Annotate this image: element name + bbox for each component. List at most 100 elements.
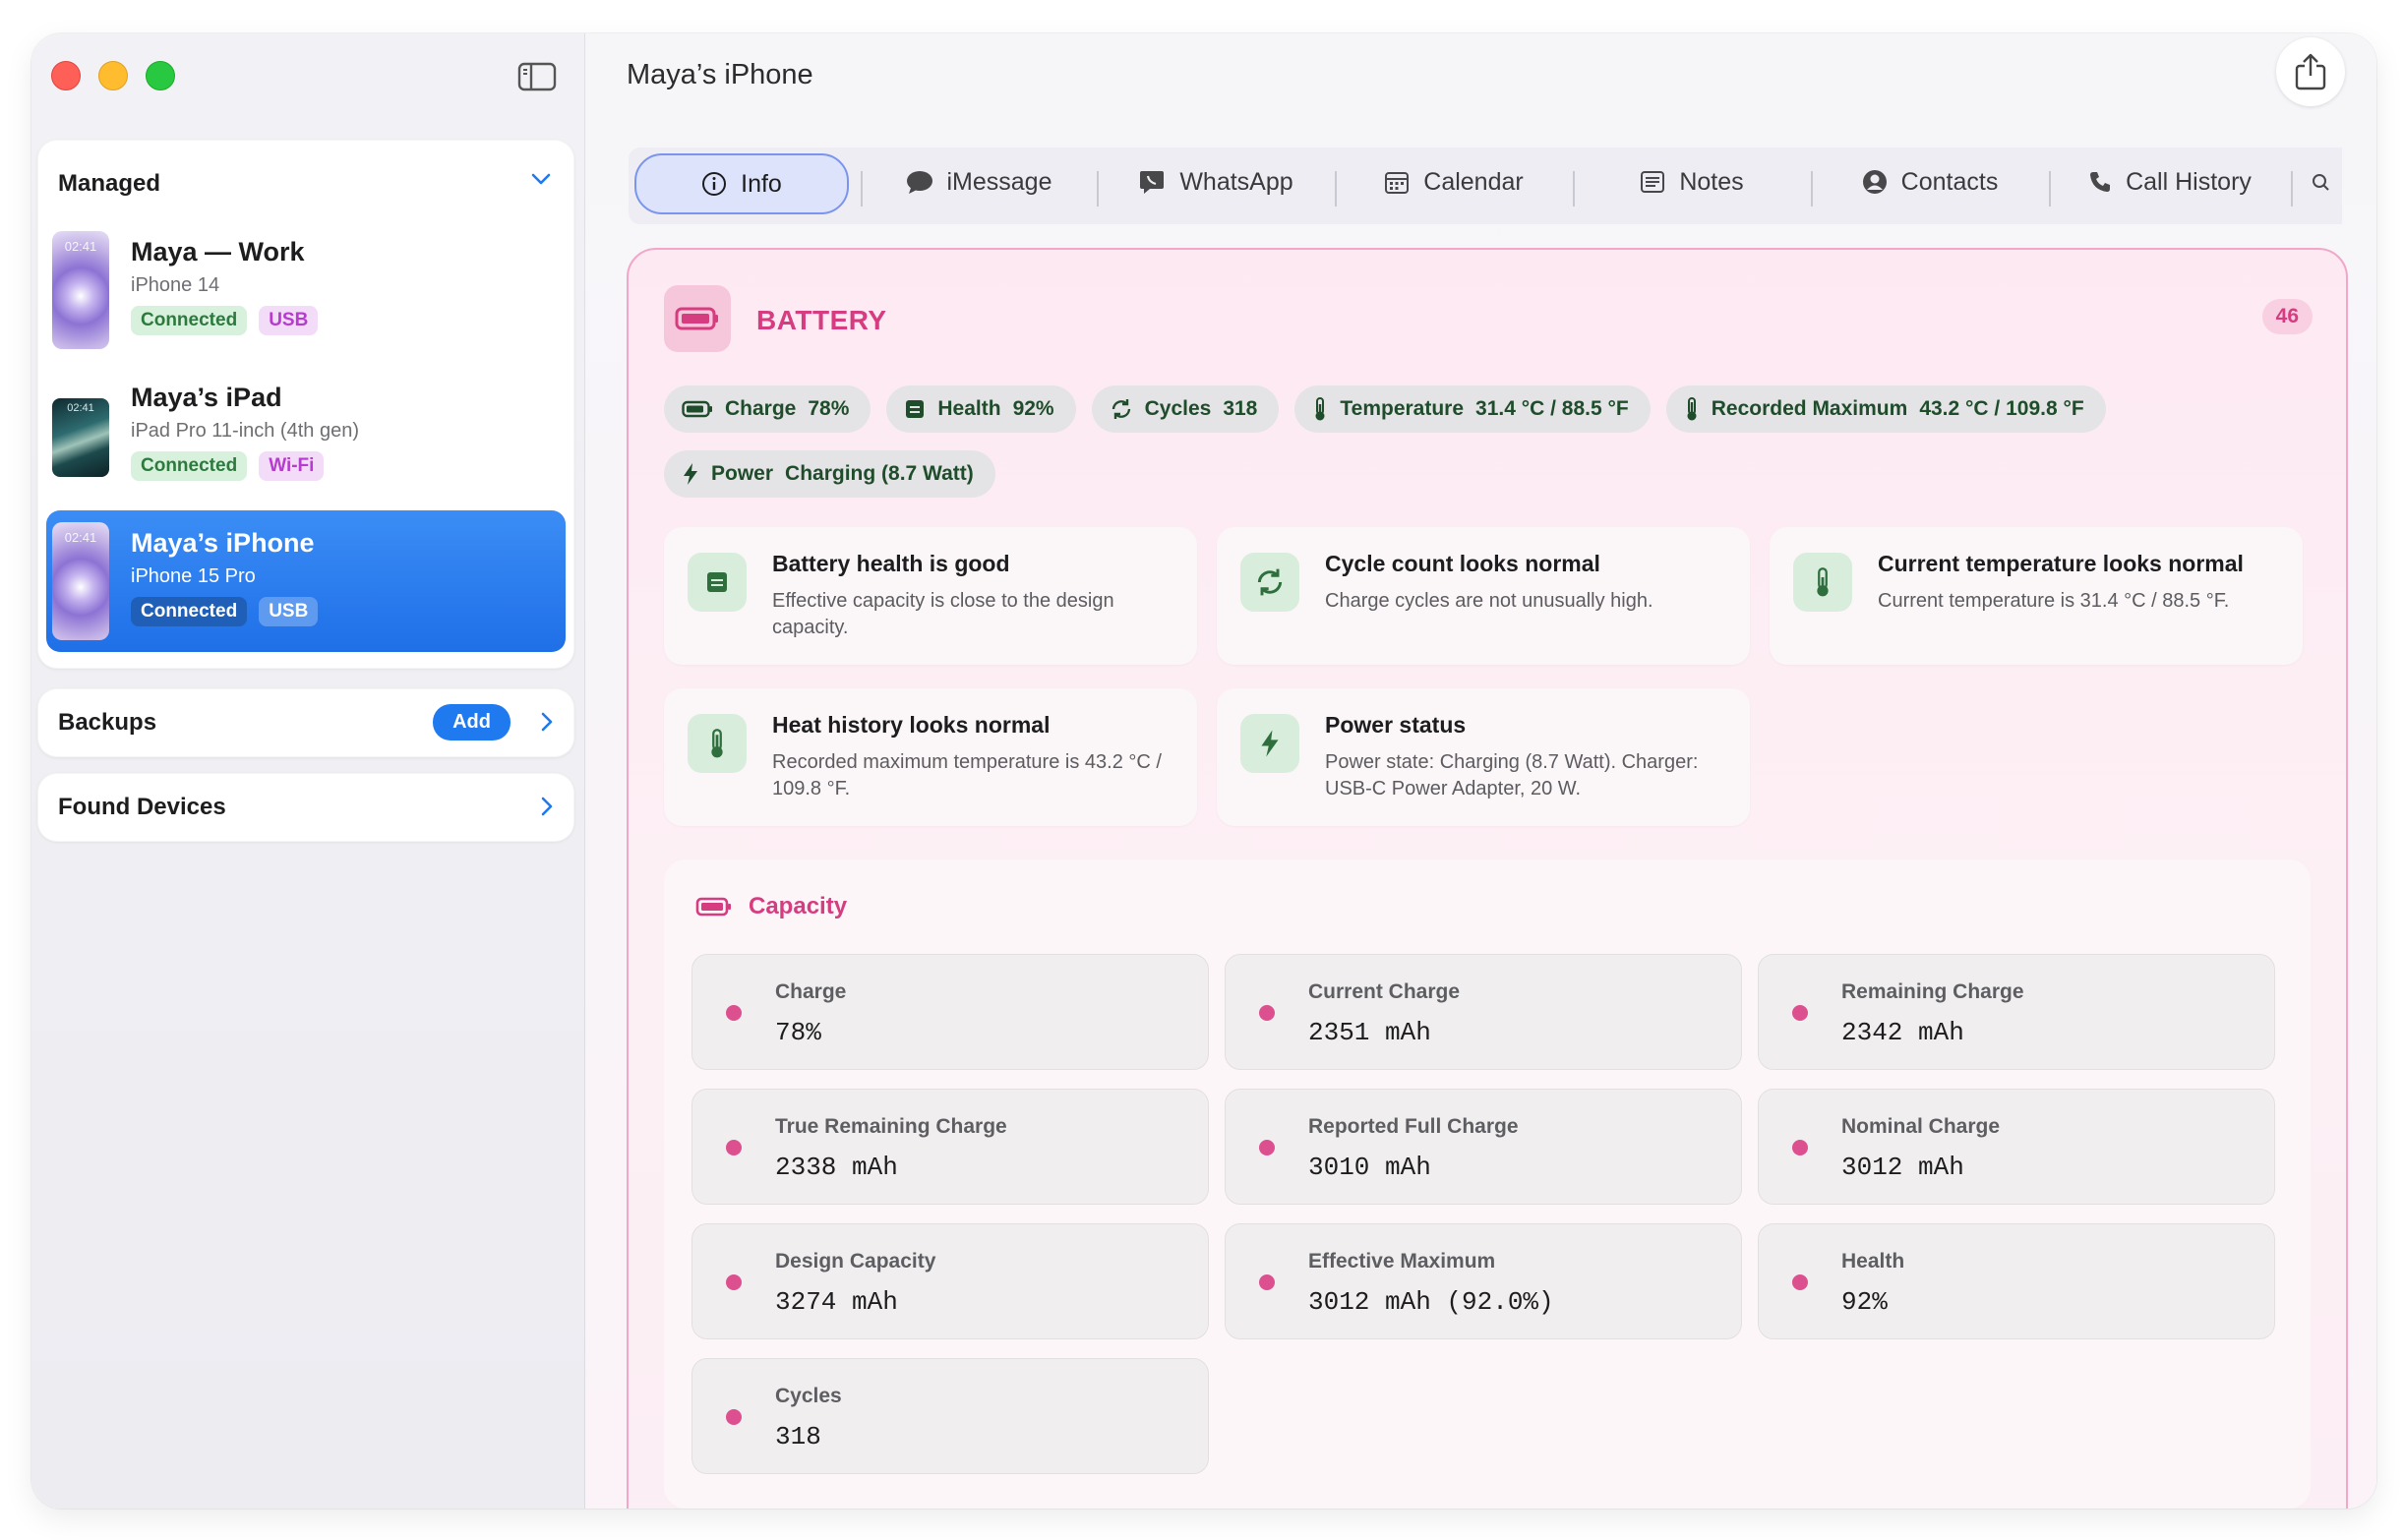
bullet-dot: [726, 1005, 742, 1021]
chip-value: 31.4 °C / 88.5 °F: [1475, 397, 1629, 420]
message-bubble-icon: [906, 171, 932, 194]
metric-effective-maximum: Effective Maximum 3012 mAh (92.0%): [1225, 1223, 1742, 1339]
metric-design-capacity: Design Capacity 3274 mAh: [691, 1223, 1209, 1339]
metric-value: 3010 mAh: [1308, 1153, 1431, 1182]
insight-cycle-count: Cycle count looks normal Charge cycles a…: [1217, 527, 1750, 665]
close-window-button[interactable]: [51, 61, 81, 90]
bullet-dot: [726, 1409, 742, 1425]
minimize-window-button[interactable]: [98, 61, 128, 90]
metric-label: Health: [1841, 1250, 1905, 1273]
tab-notes[interactable]: Notes: [1583, 153, 1801, 210]
metric-value: 3012 mAh (92.0%): [1308, 1287, 1554, 1317]
chip-health: Health 92%: [886, 385, 1076, 433]
bolt-icon: [684, 463, 697, 485]
bullet-dot: [1792, 1005, 1808, 1021]
battery-card: BATTERY 46 Charge 78% Health 92% Cycles …: [627, 248, 2348, 1509]
app-window: Managed 02:41 Maya — Work iPhone 14 Conn…: [31, 33, 2376, 1509]
tab-call-history[interactable]: Call History: [2059, 153, 2281, 210]
metric-label: Remaining Charge: [1841, 980, 2024, 1003]
metric-value: 3012 mAh: [1841, 1153, 1964, 1182]
insight-description: Recorded maximum temperature is 43.2 °C …: [772, 751, 1162, 800]
tab-whatsapp[interactable]: WhatsApp: [1107, 153, 1325, 210]
chip-recorded-maximum: Recorded Maximum 43.2 °C / 109.8 °F: [1665, 385, 2106, 433]
bolt-icon: [1240, 714, 1299, 773]
tab-label: Notes: [1679, 167, 1744, 196]
add-backup-button[interactable]: Add: [433, 704, 511, 740]
thumbnail-time: 02:41: [64, 530, 97, 545]
sidebar: Managed 02:41 Maya — Work iPhone 14 Conn…: [31, 33, 585, 1509]
metric-label: Cycles: [775, 1385, 842, 1407]
metric-label: Design Capacity: [775, 1250, 936, 1273]
metric-label: Current Charge: [1308, 980, 1461, 1003]
metric-label: Nominal Charge: [1841, 1115, 2001, 1138]
device-thumbnail: 02:41: [52, 522, 109, 640]
device-item-maya-iphone[interactable]: 02:41 Maya’s iPhone iPhone 15 Pro Connec…: [46, 510, 566, 652]
device-model: iPhone 15 Pro: [131, 565, 256, 587]
chip-temperature: Temperature 31.4 °C / 88.5 °F: [1294, 385, 1651, 433]
bullet-dot: [1792, 1274, 1808, 1290]
bullet-dot: [726, 1140, 742, 1155]
chip-charge: Charge 78%: [664, 385, 871, 433]
calendar-icon: [1385, 172, 1410, 194]
metric-value: 318: [775, 1422, 821, 1451]
metric-charge: Charge 78%: [691, 954, 1209, 1070]
device-name: Maya — Work: [131, 237, 305, 267]
insight-title: Power status: [1325, 712, 1467, 738]
metric-label: True Remaining Charge: [775, 1115, 1007, 1138]
insight-power-status: Power status Power state: Charging (8.7 …: [1217, 688, 1750, 826]
device-model: iPhone 14: [131, 274, 220, 296]
thermometer-icon: [1793, 553, 1852, 612]
share-button[interactable]: [2276, 37, 2345, 106]
insight-title: Heat history looks normal: [772, 712, 1051, 738]
metric-value: 2351 mAh: [1308, 1018, 1431, 1047]
chevron-right-icon[interactable]: [540, 711, 554, 738]
cycle-icon: [1112, 399, 1130, 419]
tab-imessage[interactable]: iMessage: [871, 153, 1087, 210]
zoom-window-button[interactable]: [146, 61, 175, 90]
tab-info[interactable]: Info: [634, 153, 849, 214]
battery-icon: [695, 897, 731, 917]
bullet-dot: [1259, 1005, 1275, 1021]
contacts-icon: [1862, 170, 1887, 194]
tab-contacts[interactable]: Contacts: [1821, 153, 2039, 210]
metric-value: 3274 mAh: [775, 1287, 898, 1317]
chip-label: Power: [711, 462, 774, 485]
chip-label: Charge: [725, 397, 797, 420]
capacity-section: Capacity Charge 78% Current Charge 2351 …: [664, 859, 2311, 1509]
metric-value: 2338 mAh: [775, 1153, 898, 1182]
metric-label: Effective Maximum: [1308, 1250, 1496, 1273]
chip-value: 43.2 °C / 109.8 °F: [1919, 397, 2084, 420]
metric-remaining-charge: Remaining Charge 2342 mAh: [1758, 954, 2275, 1070]
device-model: iPad Pro 11-inch (4th gen): [131, 420, 359, 442]
window-controls: [51, 61, 175, 90]
insight-description: Charge cycles are not unusually high.: [1325, 590, 1653, 612]
metric-label: Charge: [775, 980, 847, 1003]
chevron-down-icon[interactable]: [530, 172, 552, 191]
device-thumbnail: 02:41: [52, 231, 109, 349]
insight-title: Battery health is good: [772, 551, 1010, 576]
thermometer-icon: [688, 714, 747, 773]
insight-battery-health: Battery health is good Effective capacit…: [664, 527, 1197, 665]
chevron-right-icon[interactable]: [540, 796, 554, 822]
thumbnail-time: 02:41: [64, 239, 97, 254]
tab-label: Call History: [2126, 167, 2252, 196]
battery-icon: [682, 400, 712, 418]
device-thumbnail: 02:41: [52, 398, 109, 477]
bullet-dot: [726, 1274, 742, 1290]
info-icon: [702, 172, 727, 196]
thumbnail-time: 02:41: [67, 402, 94, 414]
backups-row[interactable]: Backups Add: [37, 688, 574, 757]
thermometer-icon: [1315, 397, 1325, 421]
battery-title: BATTERY: [756, 305, 887, 335]
tab-search[interactable]: [2301, 153, 2340, 210]
device-item-maya-work[interactable]: 02:41 Maya — Work iPhone 14 Connected US…: [46, 219, 566, 361]
found-devices-row[interactable]: Found Devices: [37, 773, 574, 842]
sidebar-toggle-icon[interactable]: [517, 61, 557, 92]
metric-cycles: Cycles 318: [691, 1358, 1209, 1474]
tab-calendar[interactable]: Calendar: [1345, 153, 1563, 210]
count-badge: 46: [2261, 299, 2313, 334]
device-item-maya-ipad[interactable]: 02:41 Maya’s iPad iPad Pro 11-inch (4th …: [46, 365, 566, 506]
chip-label: Temperature: [1340, 397, 1465, 420]
insight-current-temperature: Current temperature looks normal Current…: [1770, 527, 2303, 665]
chip-power: Power Charging (8.7 Watt): [664, 450, 995, 498]
